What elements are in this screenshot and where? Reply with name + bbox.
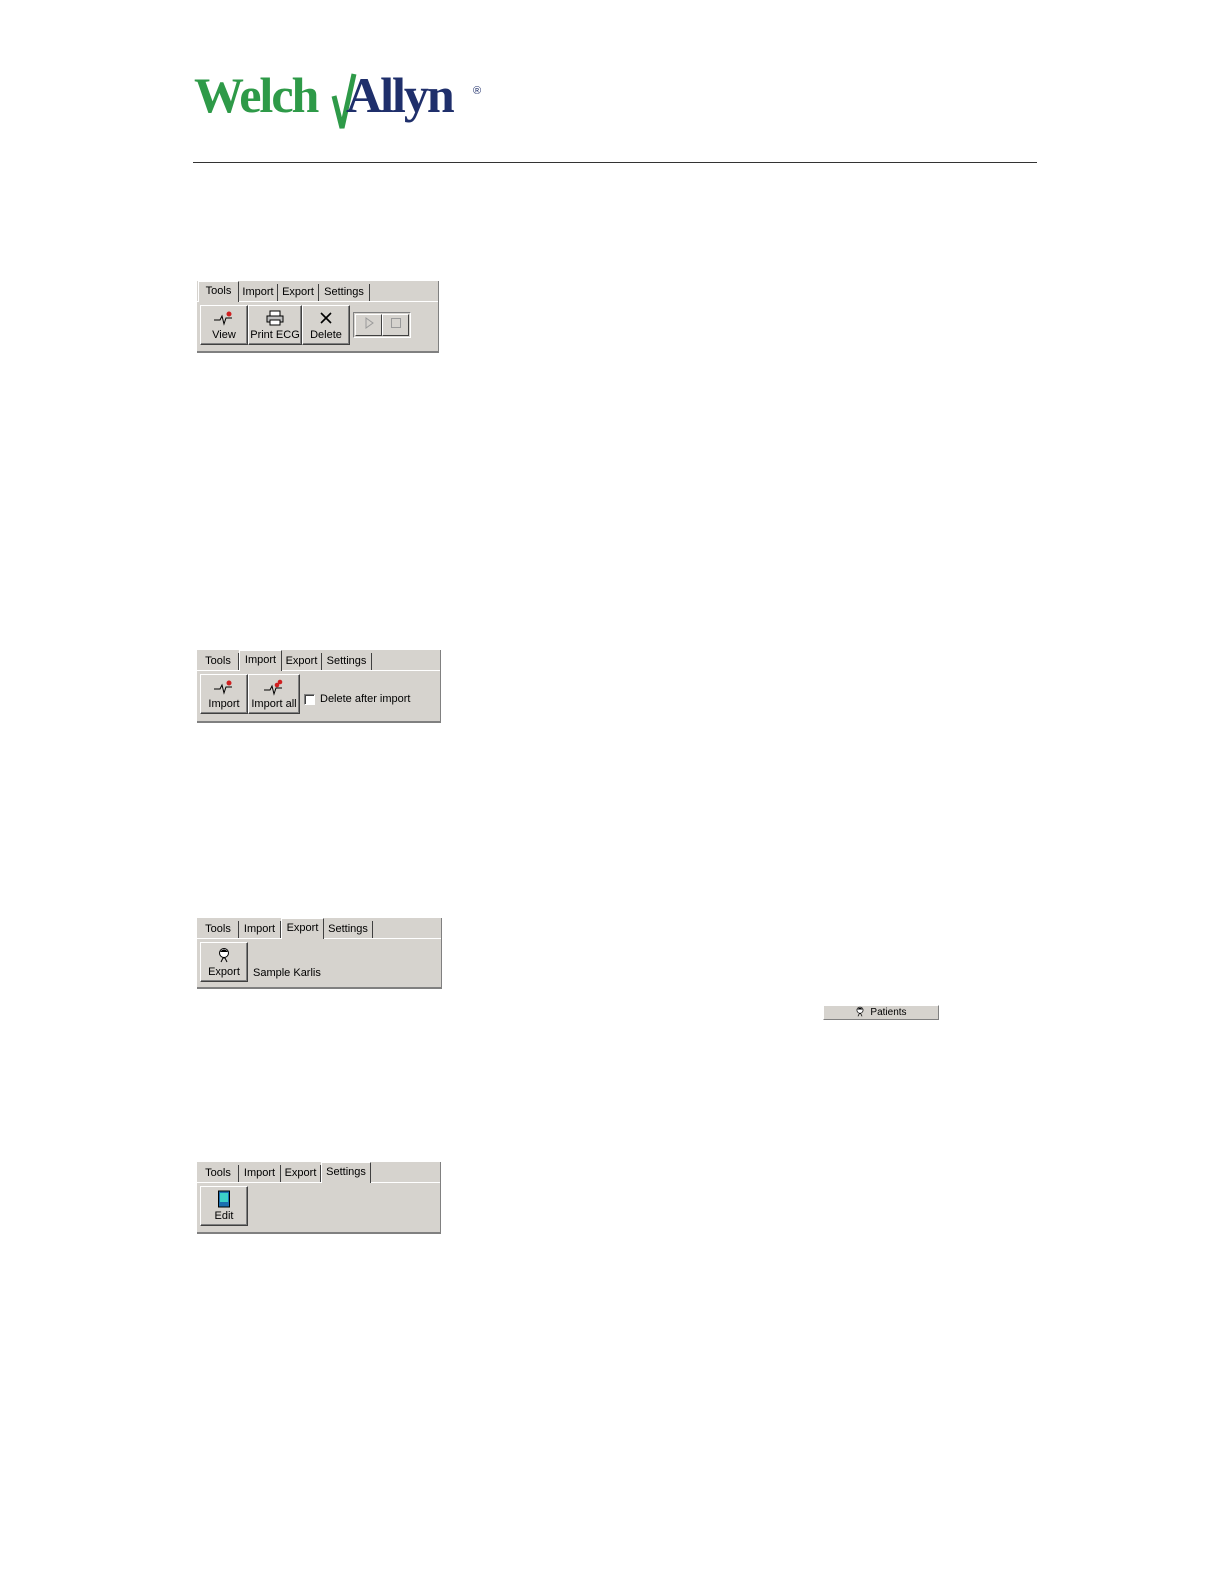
tab-strip: Tools Import Export Settings xyxy=(197,1162,440,1183)
tab-import[interactable]: Import xyxy=(239,284,278,301)
import-all-button[interactable]: Import all xyxy=(248,674,300,714)
toolbar-import: Tools Import Export Settings Import Impo… xyxy=(197,650,441,723)
printer-icon xyxy=(249,309,301,327)
tab-settings[interactable]: Settings xyxy=(321,1162,371,1183)
toolbar-export: Tools Import Export Settings Export Samp… xyxy=(197,918,442,989)
tab-settings[interactable]: Settings xyxy=(322,653,372,670)
device-icon xyxy=(201,1190,247,1208)
patient-head-icon xyxy=(855,1006,865,1020)
tab-strip: Tools Import Export Settings xyxy=(197,918,441,939)
stop-icon xyxy=(390,316,402,334)
edit-button[interactable]: Edit xyxy=(200,1186,248,1226)
tab-export[interactable]: Export xyxy=(281,1165,321,1182)
toolbar-settings: Tools Import Export Settings Edit xyxy=(197,1162,441,1234)
delete-after-import-option[interactable]: Delete after import xyxy=(304,693,410,705)
patients-button[interactable]: Patients xyxy=(823,1005,939,1020)
patient-head-icon xyxy=(201,946,247,964)
tab-import[interactable]: Import xyxy=(239,650,282,671)
tab-export[interactable]: Export xyxy=(282,653,322,670)
play-button[interactable] xyxy=(355,314,382,336)
toolbar-tools: Tools Import Export Settings View Print … xyxy=(197,281,439,353)
play-icon xyxy=(363,316,375,334)
print-ecg-button[interactable]: Print ECG xyxy=(248,305,302,345)
tab-tools[interactable]: Tools xyxy=(198,281,239,302)
import-button[interactable]: Import xyxy=(200,674,248,714)
delete-after-import-checkbox[interactable] xyxy=(304,693,315,705)
logo-allyn-text: Allyn xyxy=(346,67,455,123)
header-rule xyxy=(193,162,1037,163)
close-x-icon xyxy=(303,309,349,327)
tab-tools[interactable]: Tools xyxy=(198,1165,239,1182)
ecg-heart-icon xyxy=(201,678,247,696)
tab-export[interactable]: Export xyxy=(281,918,324,939)
delete-after-import-label: Delete after import xyxy=(320,693,411,705)
patient-name: Sample Karlis xyxy=(253,967,321,979)
patients-label: Patients xyxy=(870,1007,907,1018)
tab-import[interactable]: Import xyxy=(239,921,281,938)
welch-allyn-logo: Welch Allyn ® xyxy=(194,66,494,134)
view-button[interactable]: View xyxy=(200,305,248,345)
ecg-heart-multi-icon xyxy=(249,678,299,696)
tab-export[interactable]: Export xyxy=(278,284,319,301)
tab-strip: Tools Import Export Settings xyxy=(197,281,438,302)
tab-import[interactable]: Import xyxy=(239,1165,281,1182)
tab-settings[interactable]: Settings xyxy=(324,921,373,938)
tab-tools[interactable]: Tools xyxy=(198,921,239,938)
tab-settings[interactable]: Settings xyxy=(319,284,370,301)
registered-mark: ® xyxy=(473,85,481,97)
delete-button[interactable]: Delete xyxy=(302,305,350,345)
ecg-heart-icon xyxy=(201,309,247,327)
tab-strip: Tools Import Export Settings xyxy=(197,650,440,671)
stop-button[interactable] xyxy=(382,314,409,336)
logo-welch-text: Welch xyxy=(194,67,320,123)
tab-tools[interactable]: Tools xyxy=(198,653,239,670)
export-button[interactable]: Export xyxy=(200,942,248,982)
